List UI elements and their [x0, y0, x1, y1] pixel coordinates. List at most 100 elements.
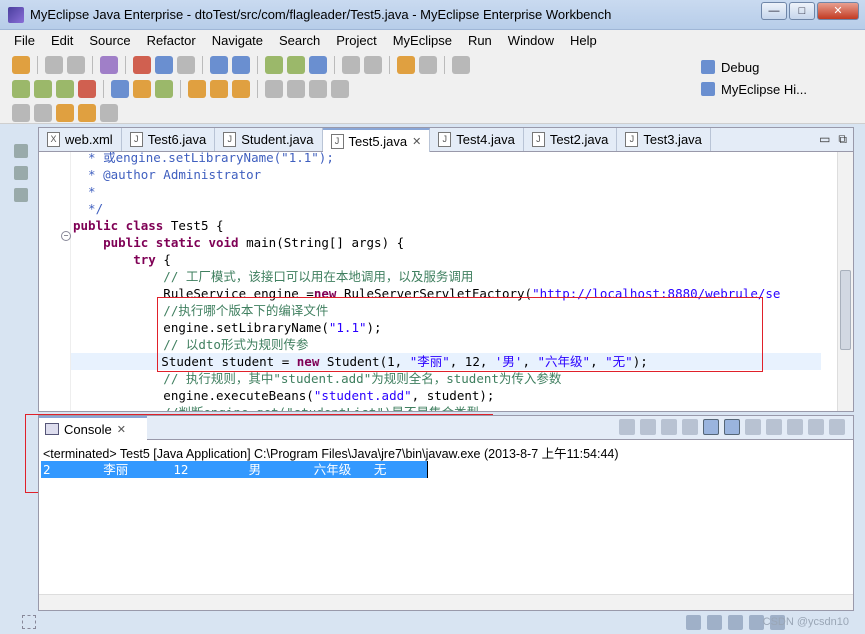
forward-icon[interactable]	[364, 56, 382, 74]
tab-close-icon[interactable]: ✕	[412, 135, 421, 148]
save-icon[interactable]	[45, 56, 63, 74]
menu-source[interactable]: Source	[81, 33, 138, 48]
remove-launch-icon[interactable]	[640, 419, 656, 435]
perspective-hibernate-label: MyEclipse Hi...	[721, 81, 807, 97]
refresh-icon[interactable]	[155, 80, 173, 98]
run-external-icon[interactable]	[56, 80, 74, 98]
minimize-view-icon[interactable]	[808, 419, 824, 435]
scrollbar-thumb[interactable]	[840, 270, 851, 350]
back-icon[interactable]	[342, 56, 360, 74]
globe-icon[interactable]	[309, 56, 327, 74]
tab-console[interactable]: Console ✕	[39, 416, 147, 440]
new-icon[interactable]	[12, 56, 30, 74]
print-icon[interactable]	[67, 56, 85, 74]
minimize-button[interactable]: —	[761, 2, 787, 20]
web-browser-icon[interactable]	[232, 56, 250, 74]
maximize-view-icon[interactable]: ⧉	[838, 132, 847, 147]
back-arrow-icon[interactable]	[78, 104, 96, 122]
restore-view-icon[interactable]	[14, 144, 28, 158]
open-console-icon[interactable]	[787, 419, 803, 435]
menu-navigate[interactable]: Navigate	[204, 33, 271, 48]
wizard-icon[interactable]	[210, 56, 228, 74]
menu-search[interactable]: Search	[271, 33, 328, 48]
menu-run[interactable]: Run	[460, 33, 500, 48]
console-tabs: Console ✕	[39, 416, 853, 440]
editor-vertical-scrollbar[interactable]	[837, 152, 853, 411]
code-token: , student);	[411, 388, 495, 403]
myeclipse-logo-icon	[8, 6, 24, 23]
run-icon[interactable]	[34, 80, 52, 98]
java-file-icon: J	[531, 132, 545, 147]
menu-file[interactable]: File	[6, 33, 43, 48]
clear-console-icon[interactable]	[661, 419, 677, 435]
tab-web-xml[interactable]: Xweb.xml	[39, 128, 122, 151]
task-list-icon[interactable]	[686, 615, 701, 630]
package-icon[interactable]	[133, 56, 151, 74]
menu-refactor[interactable]: Refactor	[139, 33, 204, 48]
new-java-project-icon[interactable]	[265, 56, 283, 74]
minimize-view-icon[interactable]: ▭	[819, 132, 830, 147]
menu-project[interactable]: Project	[328, 33, 384, 48]
perspective-myeclipse-hibernate[interactable]: MyEclipse Hi...	[701, 78, 851, 100]
menu-help[interactable]: Help	[562, 33, 605, 48]
menu-window[interactable]: Window	[500, 33, 562, 48]
next-annotation-icon[interactable]	[12, 104, 30, 122]
last-edit-icon[interactable]	[56, 104, 74, 122]
tab-label: Test5.java	[348, 133, 408, 149]
pencil-icon[interactable]	[210, 80, 228, 98]
gear-icon[interactable]	[419, 56, 437, 74]
screen-icon[interactable]	[452, 56, 470, 74]
forward-arrow-icon[interactable]	[100, 104, 118, 122]
deploy-icon[interactable]	[100, 56, 118, 74]
previous-annotation-icon[interactable]	[34, 104, 52, 122]
pin-icon[interactable]	[265, 80, 283, 98]
tab-label: Test3.java	[643, 132, 702, 147]
tab-test2-java[interactable]: J Test2.java	[524, 128, 618, 151]
code-line: // 工厂模式，该接口可以用在本地调用，以及服务调用	[73, 269, 474, 284]
terminate-icon[interactable]	[619, 419, 635, 435]
window-controls: — □ ✕	[761, 2, 859, 20]
fold-toggle-icon[interactable]: −	[61, 231, 71, 241]
scroll-lock-icon[interactable]	[682, 419, 698, 435]
show-on-error-icon[interactable]	[724, 419, 740, 435]
console-horizontal-scrollbar[interactable]	[39, 594, 853, 610]
debug-icon[interactable]	[12, 80, 30, 98]
show-on-output-icon[interactable]	[703, 419, 719, 435]
new-interface-icon[interactable]	[133, 80, 151, 98]
line-gutter	[39, 152, 71, 411]
annotation-icon[interactable]	[309, 80, 327, 98]
hierarchy-icon[interactable]	[14, 188, 28, 202]
new-package-icon[interactable]	[287, 56, 305, 74]
perspective-debug[interactable]: Debug	[701, 56, 851, 78]
server-icon[interactable]	[177, 56, 195, 74]
display-console-icon[interactable]	[766, 419, 782, 435]
tab-test3-java[interactable]: J Test3.java	[617, 128, 711, 151]
brush-icon[interactable]	[287, 80, 305, 98]
tab-test5-java[interactable]: J Test5.java ✕	[322, 128, 431, 152]
maximize-view-icon[interactable]	[829, 419, 845, 435]
pin-console-icon[interactable]	[745, 419, 761, 435]
fast-view-icon[interactable]	[22, 615, 36, 629]
paragraph-icon[interactable]	[331, 80, 349, 98]
menu-myeclipse[interactable]: MyEclipse	[385, 33, 460, 48]
servers-icon[interactable]	[728, 615, 743, 630]
toolbar-row-3	[12, 104, 118, 122]
code-area[interactable]: − * 或engine.setLibraryName("1.1"); * @au…	[39, 152, 821, 411]
console-output-line[interactable]: 2 李丽 12 男 六年级 无	[41, 461, 427, 478]
maximize-button[interactable]: □	[789, 2, 815, 20]
open-folder-icon[interactable]	[188, 80, 206, 98]
tab-test6-java[interactable]: J Test6.java	[122, 128, 216, 151]
package-explorer-icon[interactable]	[14, 166, 28, 180]
task-icon[interactable]	[397, 56, 415, 74]
tab-test4-java[interactable]: J Test4.java	[430, 128, 524, 151]
tab-student-java[interactable]: J Student.java	[215, 128, 323, 151]
menu-edit[interactable]: Edit	[43, 33, 81, 48]
close-button[interactable]: ✕	[817, 2, 859, 20]
stop-icon[interactable]	[78, 80, 96, 98]
open-type-icon[interactable]	[155, 56, 173, 74]
open-resource-icon[interactable]	[232, 80, 250, 98]
new-class-icon[interactable]	[111, 80, 129, 98]
problems-icon[interactable]	[707, 615, 722, 630]
console-toolbar	[619, 419, 845, 435]
tab-close-icon[interactable]: ✕	[117, 423, 126, 436]
